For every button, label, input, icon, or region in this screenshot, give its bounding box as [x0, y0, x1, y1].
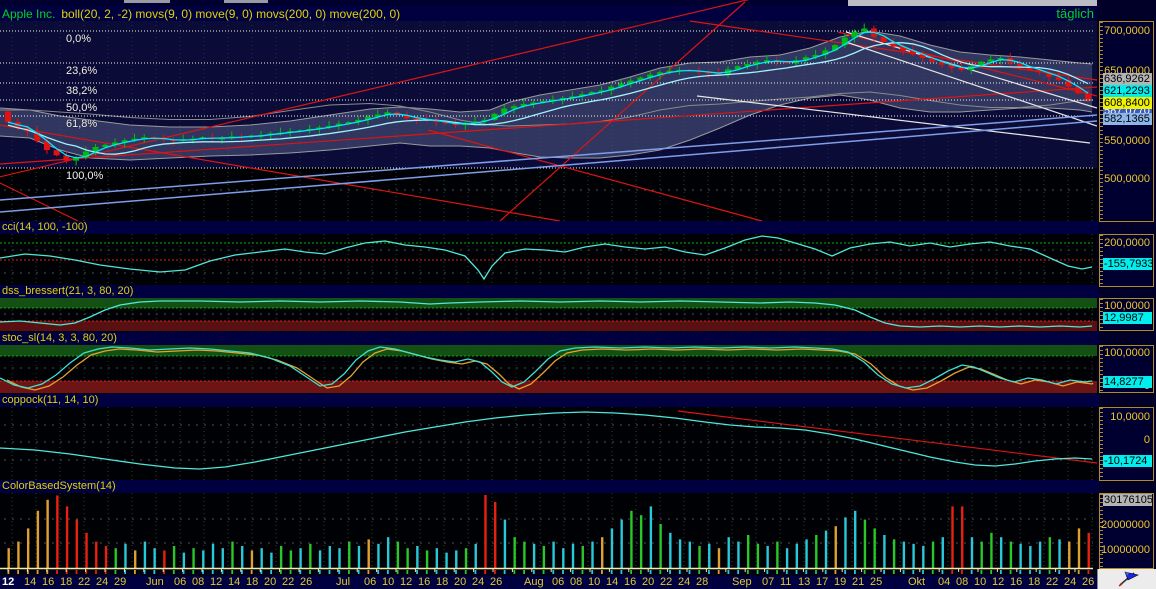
scale-box-dss[interactable]: 100,0000012,9987	[1099, 298, 1154, 331]
x-axis-label: 19	[834, 576, 847, 588]
x-axis-label: 10	[382, 576, 395, 588]
x-axis-label: 22	[660, 576, 673, 588]
x-axis-label: 24	[678, 576, 691, 588]
x-axis-label-row[interactable]: 12 14 16 18 22 24 29 Jun 06 08 12 14 18 20 22 26 Jul 06 10…	[0, 576, 1156, 589]
pane-label-cbs[interactable]: ColorBasedSystem(14)	[0, 480, 1099, 493]
x-axis-label: 16	[624, 576, 637, 588]
scale-label: 200,0000	[1104, 237, 1150, 249]
x-axis-label: 22	[78, 576, 91, 588]
pane-label-stoc[interactable]: stoc_sl(14, 3, 3, 80, 20)	[0, 332, 1099, 345]
x-axis-label: 26	[1082, 576, 1095, 588]
x-axis-label: 06	[552, 576, 565, 588]
x-axis-label: Jun	[146, 576, 164, 588]
price-tag: 12,9987	[1103, 312, 1152, 324]
scale-label: 500,0000	[1104, 173, 1150, 185]
x-axis-label: 11	[780, 576, 792, 588]
price-tag: 30176105	[1103, 494, 1153, 506]
x-axis-label: 17	[816, 576, 829, 588]
stoc-label-text: stoc_sl(14, 3, 3, 80, 20)	[2, 332, 117, 344]
x-axis-label: 08	[192, 576, 205, 588]
x-axis-label: 08	[570, 576, 583, 588]
fib-label: 100,0%	[66, 170, 104, 182]
price-tag: -155,7933	[1103, 258, 1154, 270]
pane-label-cci[interactable]: cci(14, 100, -100)	[0, 221, 1099, 234]
x-axis-label: 16	[418, 576, 431, 588]
x-axis-label: 26	[490, 576, 503, 588]
price-tag: 608,8400	[1103, 97, 1152, 109]
flag-icon	[1118, 571, 1139, 587]
x-axis-label: 16	[1010, 576, 1023, 588]
x-axis-label: 21	[852, 576, 865, 588]
x-axis-label: 14	[24, 576, 37, 588]
x-axis-label: 24	[1064, 576, 1077, 588]
x-axis-label: 22	[282, 576, 295, 588]
x-axis-label: 12	[400, 576, 413, 588]
corner-panel[interactable]	[1097, 569, 1156, 589]
price-scale-column[interactable]: 700,0000 650,0000 550,0000 500,0000 636,9262…	[1097, 0, 1156, 589]
x-axis-label: 24	[96, 576, 109, 588]
scale-label: 100,0000	[1104, 347, 1150, 359]
cci-label-text: cci(14, 100, -100)	[2, 221, 88, 233]
x-axis-label: Jul	[336, 576, 351, 588]
scale-label: 700,0000	[1104, 25, 1150, 37]
x-axis-label: 25	[870, 576, 883, 588]
pane-label-coppock[interactable]: coppock(11, 14, 10)	[0, 394, 1099, 407]
x-axis-label: 07	[762, 576, 775, 588]
x-axis-label: 18	[60, 576, 73, 588]
cbs-label-text: ColorBasedSystem(14)	[2, 480, 116, 492]
scale-box-main[interactable]: 700,0000 650,0000 550,0000 500,0000 636,9262…	[1099, 21, 1154, 222]
scale-label: 10,0000	[1110, 411, 1150, 423]
pane-label-dss[interactable]: dss_bressert(21, 3, 80, 20)	[0, 285, 1099, 298]
x-axis-label: 06	[174, 576, 187, 588]
scale-label: 0	[1143, 434, 1150, 446]
fib-label: 61,8%	[66, 118, 98, 130]
scale-box-stoc[interactable]: 100,0000014,8277	[1099, 345, 1154, 393]
x-axis-label: 14	[228, 576, 241, 588]
x-axis-label: 04	[938, 576, 951, 588]
scale-label: 100,0000	[1104, 300, 1150, 312]
scale-label: 20000000	[1101, 519, 1150, 531]
price-tag: 582,1365	[1103, 113, 1152, 125]
x-axis-label: 20	[264, 576, 277, 588]
fib-label: 38,2%	[66, 85, 98, 97]
scale-label: 550,0000	[1104, 135, 1150, 147]
x-axis-label: Aug	[524, 576, 544, 588]
x-axis-label: 08	[956, 576, 969, 588]
x-axis-label: 22	[1046, 576, 1059, 588]
dss-label-text: dss_bressert(21, 3, 80, 20)	[2, 285, 134, 297]
scale-box-coppock[interactable]: 10,000000-10,1724	[1099, 407, 1154, 481]
x-axis-label: 06	[364, 576, 377, 588]
x-axis-label: 18	[436, 576, 449, 588]
fib-label: 23,6%	[66, 65, 98, 77]
x-axis-label: 12	[210, 576, 223, 588]
fib-label: 0,0%	[66, 33, 92, 45]
x-axis-label: 13	[798, 576, 811, 588]
x-axis-label: 18	[1028, 576, 1041, 588]
x-axis-label: 26	[300, 576, 313, 588]
price-tag: 621,2293	[1103, 85, 1152, 97]
x-axis-label: 10	[588, 576, 601, 588]
chart-window: Apple Inc. boll(20, 2, -2) movs(9, 0) mov…	[0, 0, 1156, 589]
x-axis-label: 12	[2, 576, 15, 588]
x-axis-label: 24	[472, 576, 485, 588]
x-axis-label: 29	[114, 576, 127, 588]
x-axis-label: 18	[246, 576, 259, 588]
x-axis-label: 20	[454, 576, 467, 588]
fib-label: 50,0%	[66, 102, 98, 114]
x-axis-label: 10	[974, 576, 987, 588]
x-axis-label: 16	[42, 576, 55, 588]
scale-box-volume[interactable]: 20000000 10000000 30176105	[1099, 493, 1154, 569]
x-axis-label: 28	[696, 576, 709, 588]
x-axis-label: Sep	[732, 576, 752, 588]
coppock-label-text: coppock(11, 14, 10)	[2, 394, 99, 406]
price-tag: 636,9262	[1103, 73, 1152, 85]
x-axis-label: Okt	[908, 576, 926, 588]
x-axis-label: 12	[992, 576, 1005, 588]
x-axis-label: 20	[642, 576, 655, 588]
scale-box-cci[interactable]: 200,0000 -155,7933	[1099, 234, 1154, 287]
price-tag: 14,8277	[1103, 376, 1152, 388]
x-axis-label: 14	[606, 576, 619, 588]
scale-label: 10000000	[1101, 544, 1150, 556]
price-tag: -10,1724	[1103, 455, 1152, 467]
